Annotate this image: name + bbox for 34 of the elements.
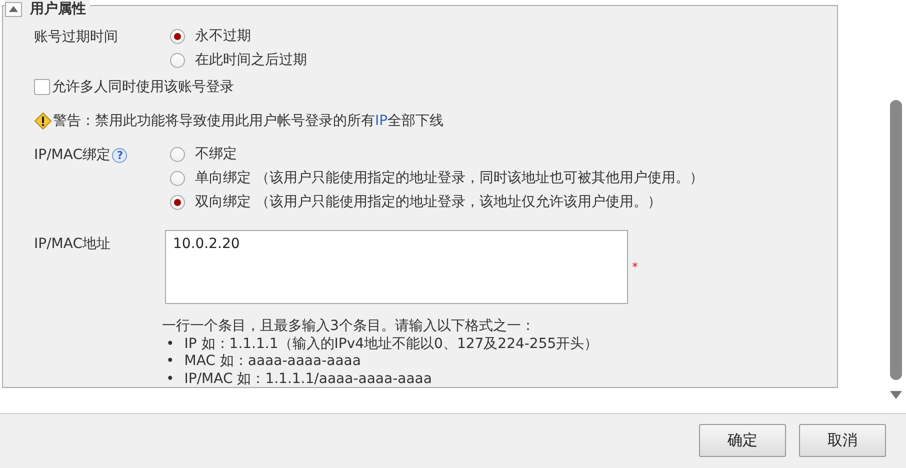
scrollbar-thumb[interactable] (890, 100, 902, 380)
bullet: • (166, 353, 174, 370)
option-label[interactable]: 在此时间之后过期 (195, 50, 307, 70)
format-example: MAC 如：aaaa-aaaa-aaaa (184, 353, 361, 370)
section-title: 用户属性 (30, 0, 86, 18)
option-label[interactable]: 永不过期 (195, 26, 251, 46)
bullet: • (166, 370, 174, 388)
format-example: IP/MAC 如：1.1.1.1/aaaa-aaaa-aaaa (184, 370, 432, 388)
radio-button[interactable] (170, 146, 185, 162)
checkbox[interactable] (34, 79, 50, 95)
field-label: 账号过期时间 (34, 28, 118, 46)
help-icon[interactable]: ? (112, 148, 128, 162)
radio-button[interactable] (170, 170, 185, 186)
radio-button[interactable] (170, 194, 185, 210)
radio-button[interactable] (170, 28, 185, 44)
hint-text: 一行一个条目，且最多输入3个条目。请输入以下格式之一： (162, 318, 536, 336)
option-label[interactable]: 单向绑定 （该用户只能使用指定的地址登录，同时该地址也可被其他用户使用。） (195, 168, 704, 188)
warning-icon (34, 112, 52, 130)
required-mark: * (632, 260, 638, 274)
scroll-down-icon[interactable] (890, 390, 902, 400)
collapse-button[interactable] (5, 2, 22, 16)
dialog-button[interactable]: 取消 (799, 424, 886, 456)
format-example: IP 如：1.1.1.1（输入的IPv4地址不能以0、127及224-255开头） (184, 336, 598, 353)
option-label[interactable]: 不绑定 (195, 144, 237, 164)
warning-message: 警告：禁用此功能将导致使用此用户帐号登录的所有IP全部下线 (53, 112, 444, 130)
checkbox-label[interactable]: 允许多人同时使用该账号登录 (52, 78, 234, 96)
radio-button[interactable] (170, 52, 185, 68)
triangle-up-icon (9, 6, 18, 12)
address-field[interactable]: 10.0.2.20 (165, 230, 628, 304)
field-label: IP/MAC绑定 (34, 146, 110, 164)
option-label[interactable]: 双向绑定 （该用户只能使用指定的地址登录，该地址仅允许该用户使用。） (195, 192, 662, 212)
dialog-button[interactable]: 确定 (699, 424, 786, 456)
bullet: • (166, 336, 174, 353)
field-label: IP/MAC地址 (34, 235, 112, 253)
